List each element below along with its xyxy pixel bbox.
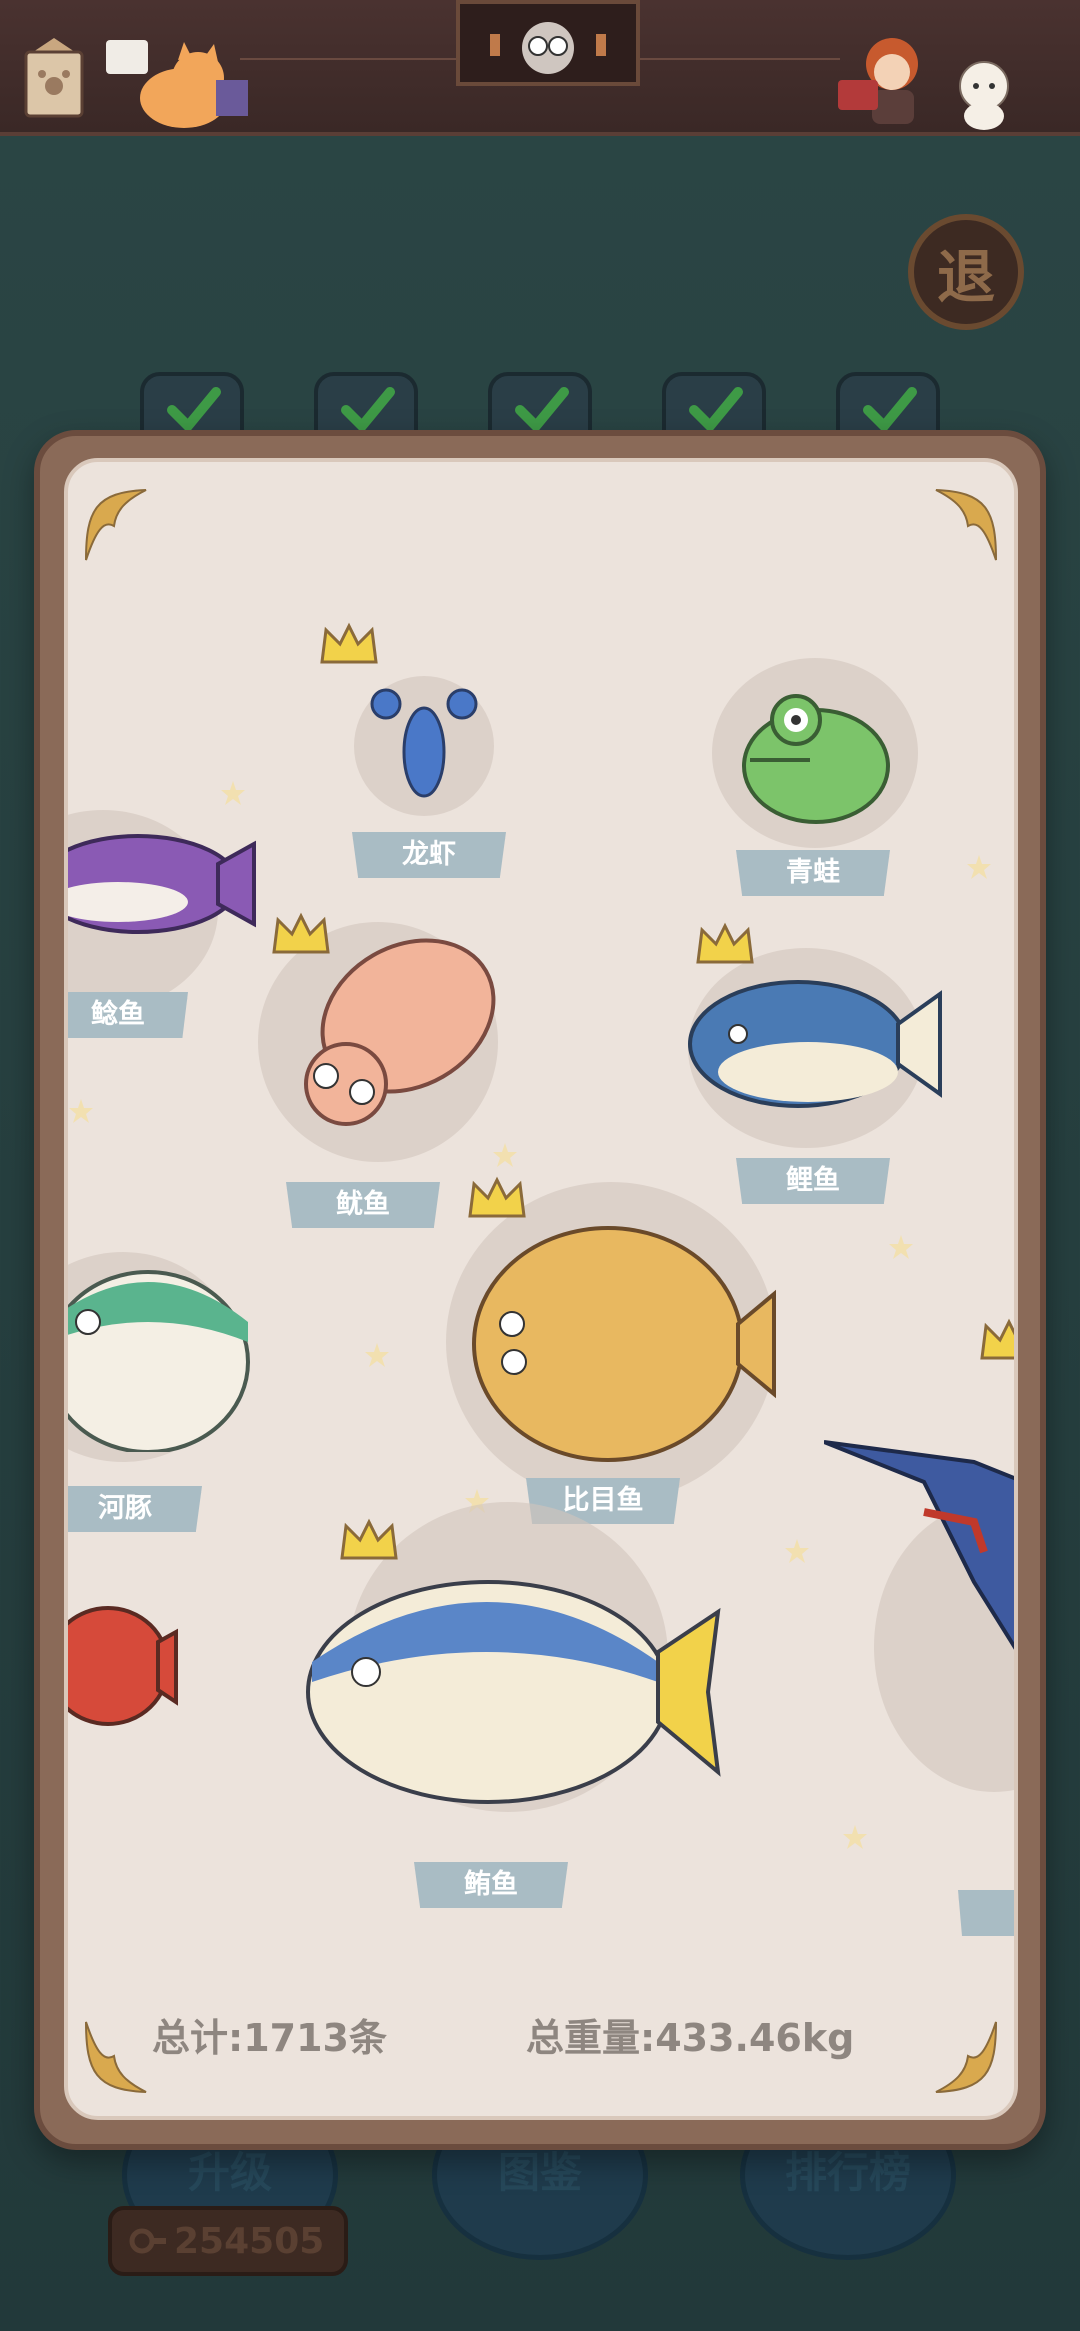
frog-icon [742,694,890,824]
corner-ornament-icon [85,489,147,561]
redfish-icon [68,1606,178,1726]
tuna-icon [306,1580,721,1804]
fish-label: 鲶鱼 [68,992,188,1038]
check-icon [515,387,569,434]
squid-icon [304,938,496,1126]
fisher-girl-icon [838,38,918,124]
total-weight: 总重量:433.46kg [526,2016,855,2060]
check-icon [341,387,395,434]
flounder-icon [472,1226,776,1462]
cat-reading-icon [106,40,248,128]
star-icon [889,1235,913,1259]
star-icon [69,1099,93,1123]
fish-label: 河豚 [68,1486,202,1532]
fish-label-cut [958,1890,1014,1936]
check-icon [689,387,743,434]
catfish-icon [68,834,256,934]
crown-icon [980,1318,1014,1360]
corner-ornament-icon [935,2021,997,2093]
coin-counter: 254505 [108,2206,348,2276]
check-icon [863,387,917,434]
check-icon [167,387,221,434]
fish-label: 鱿鱼 [286,1182,440,1228]
book-icon[interactable] [22,34,86,122]
star-icon [785,1539,809,1563]
star-icon [967,855,991,879]
exit-button[interactable]: 退 [908,214,1024,330]
lobster-icon [370,688,478,798]
crown-icon [696,922,754,964]
key-icon [129,2228,166,2254]
coin-value: 254505 [174,2220,325,2262]
pufferfish-icon [68,1270,250,1452]
total-count: 总计:1713条 [152,2016,387,2060]
star-icon [365,1343,389,1367]
fish-label: 鲤鱼 [736,1158,890,1204]
collection-card[interactable]: 龙虾 青蛙 鲶鱼 鱿鱼 鲤鱼 比目鱼 河豚 鲔鱼 总计:1713条 总重量:43… [64,458,1018,2120]
white-cat-icon [959,61,1009,130]
fish-label: 青蛙 [736,850,890,896]
fish-label: 鲔鱼 [414,1862,568,1908]
fish-label: 龙虾 [352,832,506,878]
owl-portrait-icon [490,22,606,74]
crown-icon [320,622,378,664]
corner-ornament-icon [935,489,997,561]
star-icon [843,1825,867,1849]
star-icon [221,781,245,805]
carp-icon [688,980,942,1108]
swordfish-icon [824,1440,1014,1650]
owl-portrait-frame [456,0,640,86]
